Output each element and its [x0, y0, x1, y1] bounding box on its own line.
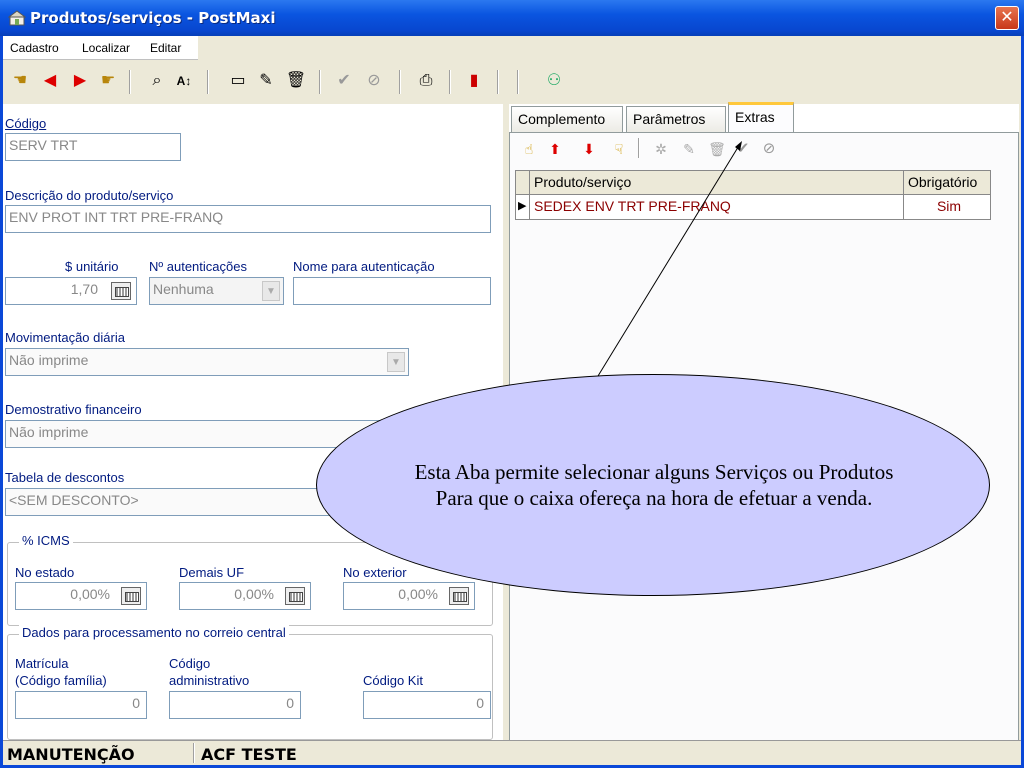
- matricula-label: Matrícula: [15, 656, 69, 671]
- codigo-adm-sublabel: administrativo: [169, 673, 250, 688]
- confirm-icon[interactable]: ✔: [333, 70, 355, 92]
- autenticacoes-label: Nº autenticações: [149, 259, 247, 274]
- toolbar-separator: [638, 138, 640, 158]
- status-bar: MANUTENÇÃO ACF TESTE: [3, 740, 1021, 765]
- table-row[interactable]: ▶ SEDEX ENV TRT PRE-FRANQ Sim: [516, 195, 990, 219]
- toolbar-separator: [319, 70, 321, 94]
- delete-icon[interactable]: 🗑: [706, 138, 728, 160]
- unitario-label: $ unitário: [65, 259, 119, 274]
- toolbar-separator: [497, 70, 499, 94]
- delete-icon[interactable]: 🗑: [285, 70, 307, 92]
- new-icon[interactable]: ▭: [227, 70, 249, 92]
- codigo-label: Código: [5, 116, 47, 131]
- arrow-up-icon[interactable]: ⬆: [544, 138, 566, 160]
- grid-header: Produto/serviço Obrigatório: [516, 171, 990, 195]
- menu-editar[interactable]: Editar: [150, 41, 181, 55]
- codigo-kit-label: Código Kit: [363, 673, 423, 688]
- search-icon[interactable]: ⌕: [146, 70, 168, 92]
- tab-parametros[interactable]: Parâmetros: [626, 106, 726, 132]
- print-icon[interactable]: ⎙: [415, 70, 437, 92]
- descricao-field[interactable]: ENV PROT INT TRT PRE-FRANQ: [5, 205, 491, 233]
- menu-bar: Cadastro Localizar Editar: [3, 36, 198, 60]
- codigo-kit-field[interactable]: 0: [363, 691, 491, 719]
- title-bar[interactable]: Produtos/serviços - PostMaxi ✕: [0, 0, 1024, 36]
- pointer-icon[interactable]: ☟: [608, 138, 630, 160]
- nome-autenticacao-label: Nome para autenticação: [293, 259, 435, 274]
- chevron-down-icon[interactable]: ▼: [262, 281, 280, 301]
- codigo-adm-label: Código: [169, 656, 211, 671]
- callout-line-1: Esta Aba permite selecionar alguns Servi…: [414, 460, 894, 484]
- tab-extras[interactable]: Extras: [728, 102, 794, 132]
- last-icon[interactable]: ☛: [97, 70, 119, 92]
- menu-localizar[interactable]: Localizar: [82, 41, 130, 55]
- status-user: ACF TESTE: [201, 745, 297, 764]
- sort-icon[interactable]: A↕: [173, 70, 195, 92]
- matricula-sublabel: (Código família): [15, 673, 107, 688]
- calculator-icon[interactable]: [121, 587, 141, 605]
- exit-icon[interactable]: ▮: [463, 70, 485, 92]
- prev-icon[interactable]: ◀: [39, 70, 61, 92]
- tab-complemento[interactable]: Complemento: [511, 106, 623, 132]
- window-title: Produtos/serviços - PostMaxi: [30, 9, 276, 27]
- toolbar-separator: [517, 70, 519, 94]
- app-icon: [8, 10, 26, 26]
- column-obrigatorio[interactable]: Obrigatório: [904, 171, 990, 195]
- tabela-label: Tabela de descontos: [5, 470, 125, 485]
- correio-group-title: Dados para processamento no correio cent…: [19, 625, 289, 640]
- confirm-icon[interactable]: ✔: [732, 138, 754, 160]
- toolbar: ☚ ◀ ▶ ☛ ⌕ A↕ ▭ ✎ 🗑 ✔ ⊘ ⎙ ▮ ⚇: [3, 62, 1021, 102]
- grab-icon[interactable]: ☝: [518, 138, 540, 160]
- status-mode: MANUTENÇÃO: [7, 745, 135, 764]
- demonstrativo-label: Demostrativo financeiro: [5, 402, 142, 417]
- no-estado-label: No estado: [15, 565, 75, 580]
- row-pointer-icon: ▶: [516, 195, 530, 219]
- status-separator: [193, 743, 195, 763]
- descricao-label: Descrição do produto/serviço: [5, 188, 174, 203]
- arrow-down-icon[interactable]: ⬇: [578, 138, 600, 160]
- nome-autenticacao-field[interactable]: [293, 277, 491, 305]
- movimentacao-label: Movimentação diária: [5, 330, 125, 345]
- icms-group-title: % ICMS: [19, 533, 73, 548]
- cell-produto[interactable]: SEDEX ENV TRT PRE-FRANQ: [530, 195, 904, 219]
- calculator-icon[interactable]: [449, 587, 469, 605]
- column-produto[interactable]: Produto/serviço: [530, 171, 904, 195]
- movimentacao-select[interactable]: Não imprime: [5, 348, 409, 376]
- first-icon[interactable]: ☚: [9, 70, 31, 92]
- callout-line-2: Para que o caixa ofereça na hora de efet…: [435, 486, 873, 510]
- codigo-field[interactable]: SERV TRT: [5, 133, 181, 161]
- chevron-down-icon[interactable]: ▼: [387, 352, 405, 372]
- toolbar-separator: [129, 70, 131, 94]
- toolbar-separator: [207, 70, 209, 94]
- codigo-adm-field[interactable]: 0: [169, 691, 301, 719]
- cancel-icon[interactable]: ⊘: [758, 138, 780, 160]
- cancel-icon[interactable]: ⊘: [363, 70, 385, 92]
- calculator-icon[interactable]: [285, 587, 305, 605]
- no-exterior-label: No exterior: [343, 565, 407, 580]
- edit-icon[interactable]: ✎: [678, 138, 700, 160]
- row-indicator-header: [516, 171, 530, 195]
- toolbar-separator: [399, 70, 401, 94]
- toolbar-separator: [449, 70, 451, 94]
- new-icon[interactable]: ✲: [650, 138, 672, 160]
- close-button[interactable]: ✕: [995, 6, 1019, 30]
- demais-uf-label: Demais UF: [179, 565, 245, 580]
- callout-bubble: Esta Aba permite selecionar alguns Servi…: [316, 374, 990, 596]
- users-icon[interactable]: ⚇: [543, 70, 565, 92]
- edit-icon[interactable]: ✎: [255, 70, 277, 92]
- next-icon[interactable]: ▶: [69, 70, 91, 92]
- cell-obrigatorio[interactable]: Sim: [904, 195, 990, 219]
- extras-grid: Produto/serviço Obrigatório ▶ SEDEX ENV …: [515, 170, 991, 220]
- calculator-icon[interactable]: [111, 282, 131, 300]
- matricula-field[interactable]: 0: [15, 691, 147, 719]
- callout-text: Esta Aba permite selecionar alguns Servi…: [357, 459, 951, 511]
- menu-cadastro[interactable]: Cadastro: [10, 41, 59, 55]
